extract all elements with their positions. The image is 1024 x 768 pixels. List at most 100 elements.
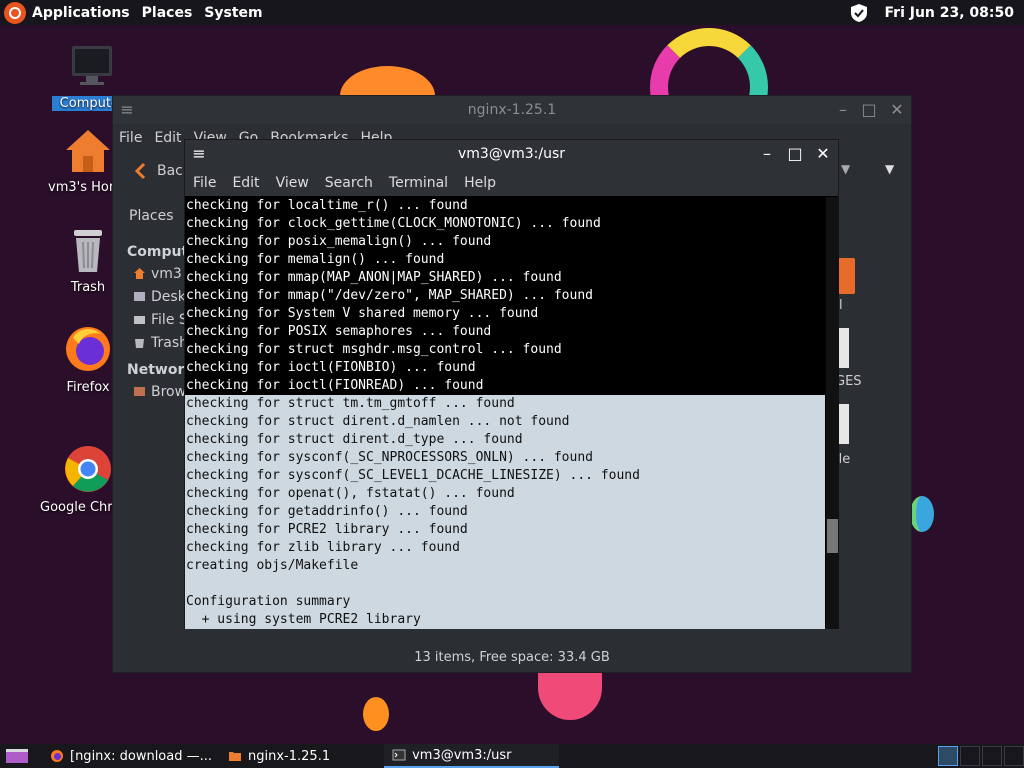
terminal-line: checking for sysconf(_SC_LEVEL1_DCACHE_L…: [185, 467, 825, 485]
terminal-line: checking for posix_memalign() ... found: [186, 234, 492, 249]
terminal-line: Configuration summary: [185, 593, 825, 611]
fm-statusbar: 13 items, Free space: 33.4 GB: [414, 650, 610, 665]
terminal-line: checking for mmap(MAP_ANON|MAP_SHARED) .…: [186, 270, 562, 285]
terminal-line: creating objs/Makefile: [185, 557, 825, 575]
file-item-label: l: [839, 298, 843, 313]
sidebar-item-label: vm3: [151, 265, 182, 282]
sidebar-item-browse-network[interactable]: Browse Network: [113, 380, 265, 403]
taskbar-item-file-manager[interactable]: nginx-1.25.1: [220, 744, 338, 768]
wallpaper-pink-blob: [538, 668, 602, 720]
computer-icon: [72, 46, 112, 85]
term-menu-file[interactable]: File: [193, 175, 216, 191]
taskbar: [nginx: download —... nginx-1.25.1 vm3@v…: [0, 744, 1024, 768]
fm-title: nginx-1.25.1: [467, 102, 557, 118]
taskbar-item-label: nginx-1.25.1: [248, 748, 331, 764]
term-menu-help[interactable]: Help: [464, 175, 496, 191]
term-menu-view[interactable]: View: [276, 175, 309, 191]
terminal-line: checking for memalign() ... found: [186, 252, 445, 267]
trash-icon: [74, 230, 102, 272]
terminal-line: checking for sysconf(_SC_NPROCESSORS_ONL…: [185, 449, 825, 467]
terminal-line: checking for System V shared memory ... …: [186, 306, 539, 321]
fm-menu-file[interactable]: File: [119, 130, 142, 146]
home-folder-icon: [66, 130, 110, 172]
term-menu-search[interactable]: Search: [325, 175, 373, 191]
desktop-icon: [6, 749, 28, 763]
wallpaper-small-orange: [363, 697, 389, 731]
menu-applications[interactable]: Applications: [32, 5, 130, 21]
folder-icon: [229, 752, 242, 761]
sidebar-item-home[interactable]: vm3: [113, 262, 185, 285]
terminal-line: checking for openat(), fstatat() ... fou…: [185, 485, 825, 503]
term-menu-edit[interactable]: Edit: [232, 175, 259, 191]
places-label[interactable]: Places: [129, 208, 174, 224]
fm-menu-edit[interactable]: Edit: [154, 130, 181, 146]
taskbar-item-firefox[interactable]: [nginx: download —...: [42, 744, 220, 768]
trash-icon: [135, 339, 144, 348]
sidebar-item-desktop[interactable]: Desktop: [113, 285, 209, 308]
view-options-dropdown-icon[interactable]: ▼: [885, 162, 894, 176]
wallpaper-teal-blob: [910, 496, 934, 532]
terminal-line: checking for ioctl(FIONREAD) ... found: [186, 378, 484, 393]
maximize-icon[interactable]: □: [787, 146, 803, 162]
terminal-window: ≡ vm3@vm3:/usr – □ ✕ File Edit View Sear…: [184, 139, 839, 629]
sidebar-item-label: Trash: [151, 334, 188, 351]
taskbar-item-terminal[interactable]: vm3@vm3:/usr: [384, 744, 560, 768]
desktop-folder-icon: [134, 292, 145, 301]
close-icon[interactable]: ✕: [889, 102, 905, 118]
terminal-line: checking for mmap("/dev/zero", MAP_SHARE…: [186, 288, 593, 303]
term-menu-terminal[interactable]: Terminal: [389, 175, 448, 191]
drive-icon: [134, 316, 145, 324]
terminal-line: checking for struct msghdr.msg_control .…: [186, 342, 562, 357]
back-arrow-icon: [134, 162, 146, 180]
terminal-line: checking for POSIX semaphores ... found: [186, 324, 492, 339]
network-icon: [134, 387, 145, 396]
close-icon[interactable]: ✕: [815, 146, 831, 162]
terminal-line: checking for ioctl(FIONBIO) ... found: [186, 360, 476, 375]
workspace-1[interactable]: [938, 746, 958, 766]
taskbar-item-label: [nginx: download —...: [70, 748, 213, 764]
terminal-titlebar[interactable]: ≡ vm3@vm3:/usr – □ ✕: [185, 140, 838, 170]
terminal-line: checking for struct dirent.d_namlen ... …: [185, 413, 825, 431]
ubuntu-logo-icon[interactable]: [4, 1, 26, 24]
terminal-line: + using system PCRE2 library: [185, 611, 825, 629]
show-desktop-button[interactable]: [0, 744, 34, 768]
maximize-icon[interactable]: □: [861, 102, 877, 118]
minimize-icon[interactable]: –: [835, 102, 851, 118]
sidebar-heading-computer: Computer: [127, 244, 205, 260]
sidebar-heading-network: Network: [127, 362, 194, 378]
terminal-line: checking for getaddrinfo() ... found: [185, 503, 825, 521]
sidebar-item-filesystem[interactable]: File System: [113, 308, 231, 331]
workspace-3[interactable]: [982, 746, 1002, 766]
terminal-title: vm3@vm3:/usr: [457, 146, 566, 162]
menu-system[interactable]: System: [204, 5, 262, 21]
firefox-icon: [66, 327, 110, 371]
terminal-line: checking for struct tm.tm_gmtoff ... fou…: [185, 395, 825, 413]
terminal-line: checking for localtime_r() ... found: [186, 198, 468, 213]
terminal-line: [185, 575, 825, 593]
clock[interactable]: Fri Jun 23, 08:50: [885, 5, 1015, 21]
fm-titlebar[interactable]: ≡ nginx-1.25.1 – □ ✕: [113, 96, 911, 124]
terminal-output[interactable]: checking for localtime_r() ... found chec…: [185, 197, 825, 629]
terminal-scrollbar[interactable]: [826, 197, 839, 629]
shield-icon[interactable]: [849, 3, 869, 23]
firefox-icon: [51, 750, 63, 762]
workspace-2[interactable]: [960, 746, 980, 766]
terminal-line: checking for struct dirent.d_type ... fo…: [185, 431, 825, 449]
top-panel: Applications Places System Fri Jun 23, 0…: [0, 0, 1024, 25]
terminal-icon: [392, 749, 406, 761]
scrollbar-thumb[interactable]: [827, 519, 838, 553]
dropdown-arrow-icon[interactable]: ▼: [841, 162, 850, 176]
taskbar-item-label: vm3@vm3:/usr: [412, 747, 512, 763]
terminal-line: checking for PCRE2 library ... found: [185, 521, 825, 539]
workspace-4[interactable]: [1004, 746, 1024, 766]
terminal-line: checking for clock_gettime(CLOCK_MONOTON…: [186, 216, 601, 231]
chrome-icon: [65, 446, 111, 492]
home-icon: [134, 268, 145, 279]
minimize-icon[interactable]: –: [759, 146, 775, 162]
terminal-menubar: File Edit View Search Terminal Help: [185, 170, 838, 196]
sidebar-item-trash[interactable]: Trash: [113, 331, 188, 354]
fm-sidebar: Computer vm3 Desktop File System Trash N…: [113, 236, 265, 646]
menu-places[interactable]: Places: [142, 5, 193, 21]
terminal-line: checking for zlib library ... found: [185, 539, 825, 557]
back-button[interactable]: Back: [133, 162, 191, 180]
